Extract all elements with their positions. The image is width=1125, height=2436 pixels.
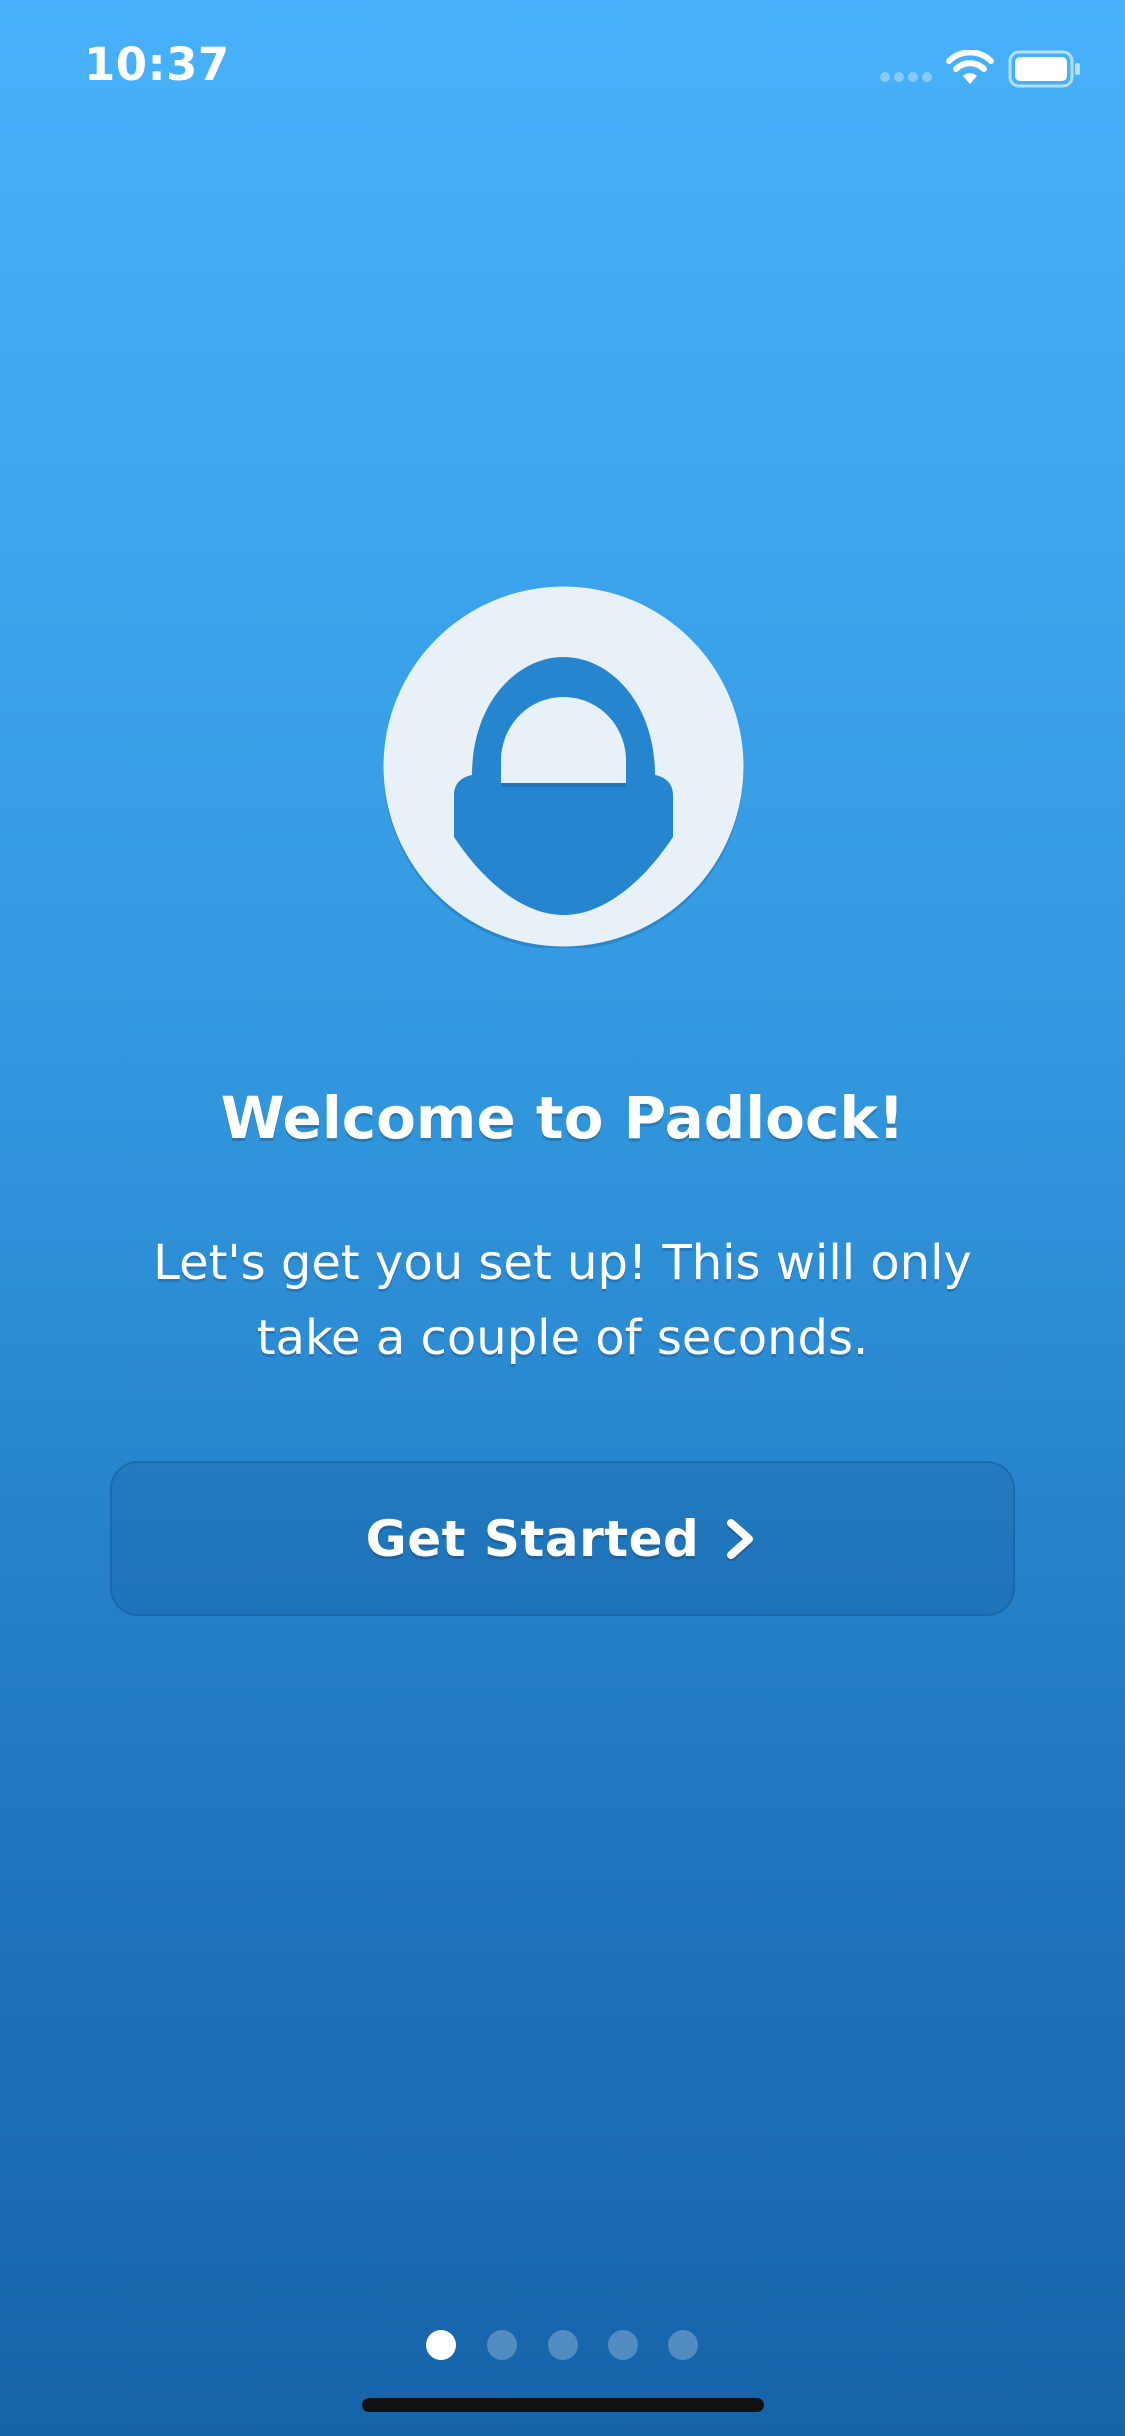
status-bar: 10:37 [0, 0, 1125, 132]
welcome-text-line-1: Let's get you set up! This will only [153, 1235, 972, 1291]
battery-icon [1008, 50, 1080, 88]
welcome-title: Welcome to Padlock! [220, 1084, 905, 1152]
get-started-label: Get Started [365, 1509, 700, 1568]
page-indicator [426, 2330, 706, 2362]
welcome-screen: 10:37 Welcome to Padlock! Let's get you … [0, 0, 1125, 2436]
get-started-button[interactable]: Get Started [110, 1461, 1015, 1616]
page-dot-1[interactable] [426, 2330, 456, 2360]
cellular-signal-icon [880, 72, 934, 86]
status-time: 10:37 [84, 38, 230, 91]
page-dot-2[interactable] [487, 2330, 517, 2360]
home-indicator[interactable] [362, 2398, 764, 2412]
welcome-text-line-2: take a couple of seconds. [256, 1310, 869, 1366]
chevron-right-icon [727, 1518, 754, 1561]
page-dot-5[interactable] [668, 2330, 698, 2360]
page-dot-3[interactable] [548, 2330, 578, 2360]
wifi-icon [946, 50, 994, 84]
page-dot-4[interactable] [608, 2330, 638, 2360]
padlock-logo-icon [383, 586, 744, 948]
welcome-text: Let's get you set up! This will only tak… [122, 1226, 1003, 1376]
